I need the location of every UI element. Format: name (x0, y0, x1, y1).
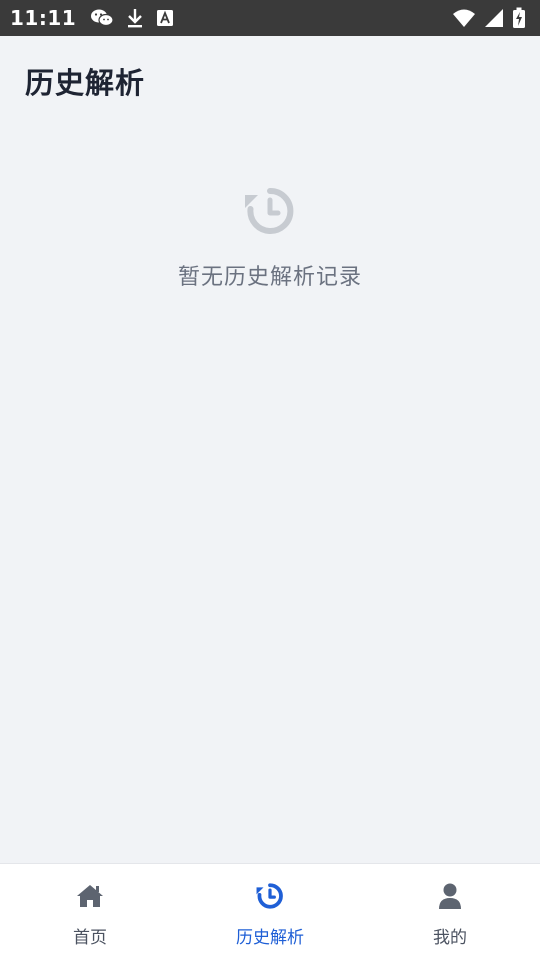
nav-label-history: 历史解析 (236, 928, 304, 948)
nav-item-profile[interactable]: 我的 (360, 864, 540, 960)
user-icon (435, 881, 465, 911)
status-bar: 11:11 (0, 0, 540, 36)
bottom-nav: 首页 历史解析 我的 (0, 863, 540, 960)
app-header: 历史解析 (0, 36, 540, 120)
empty-state: 暂无历史解析记录 (0, 185, 540, 291)
page-title: 历史解析 (25, 66, 146, 100)
wifi-icon (452, 8, 476, 28)
status-time: 11:11 (10, 6, 77, 30)
nav-item-home[interactable]: 首页 (0, 864, 180, 960)
home-icon (75, 881, 105, 911)
history-icon (244, 185, 296, 237)
download-icon (126, 7, 144, 29)
history-icon (255, 881, 285, 911)
wechat-icon (90, 8, 114, 28)
battery-charging-icon (512, 7, 526, 29)
nav-label-profile: 我的 (433, 928, 467, 948)
text-a-icon (156, 9, 174, 27)
empty-message: 暂无历史解析记录 (177, 265, 362, 290)
nav-item-history[interactable]: 历史解析 (180, 864, 360, 960)
nav-label-home: 首页 (73, 928, 107, 948)
signal-icon (484, 8, 504, 28)
